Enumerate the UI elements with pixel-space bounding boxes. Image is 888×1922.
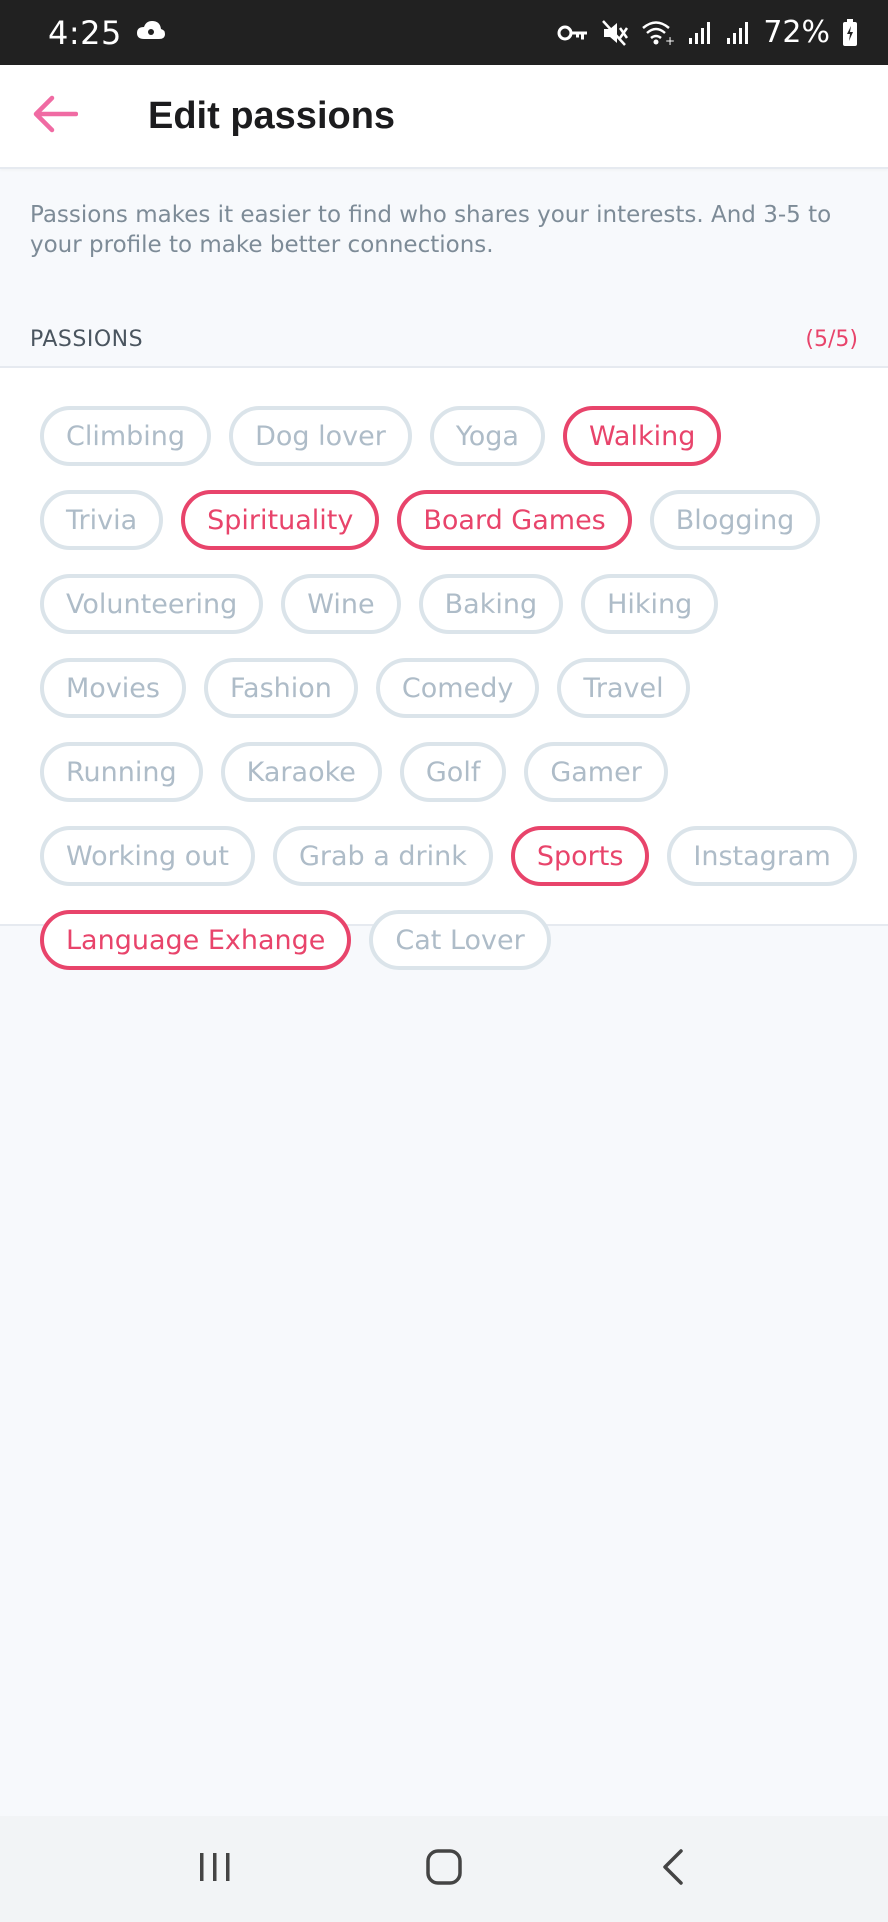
passion-chip[interactable]: Golf (399, 742, 507, 802)
passion-chip[interactable]: Hiking (581, 574, 719, 634)
passion-chip[interactable]: Movies (40, 658, 186, 718)
battery-percent: 72% (763, 15, 830, 50)
passion-chip[interactable]: Yoga (429, 406, 545, 466)
passion-chip[interactable]: Blogging (649, 490, 821, 550)
passion-chip[interactable]: Fashion (203, 658, 358, 718)
vpn-key-icon (557, 23, 589, 43)
signal-icon-1 (687, 20, 713, 46)
cloud-icon (136, 19, 166, 46)
section-label: PASSIONS (30, 326, 144, 352)
recent-apps-icon (197, 1851, 233, 1888)
recent-apps-button[interactable] (155, 1829, 275, 1909)
passion-chip[interactable]: Spirituality (181, 490, 380, 550)
passion-chip[interactable]: Comedy (375, 658, 540, 718)
passions-panel: Climbing Dog lover Yoga Walking Trivia Spirit… (0, 368, 888, 970)
passion-chip[interactable]: Walking (562, 406, 722, 466)
page-title: Edit passions (148, 94, 396, 137)
passion-chip[interactable]: Baking (418, 574, 564, 634)
passion-chip[interactable]: Cat Lover (369, 910, 551, 970)
status-bar: 4:25 + 72% (0, 0, 888, 65)
passion-chip[interactable]: Instagram (667, 826, 857, 886)
passion-chip[interactable]: Dog lover (229, 406, 412, 466)
passion-chip[interactable]: Working out (40, 826, 255, 886)
arrow-left-icon (32, 94, 79, 139)
passion-chip[interactable]: Grab a drink (272, 826, 493, 886)
signal-icon-2 (725, 20, 751, 46)
passion-chip[interactable]: Board Games (397, 490, 632, 550)
passions-section-header: PASSIONS (5/5) (0, 312, 888, 368)
app-bar: Edit passions (0, 65, 888, 169)
wifi-icon: + (641, 19, 675, 47)
passion-chip[interactable]: Sports (510, 826, 650, 886)
system-nav-bar (0, 1816, 888, 1922)
passion-chip[interactable]: Trivia (40, 490, 164, 550)
back-button[interactable] (0, 64, 110, 168)
svg-text:+: + (665, 34, 675, 47)
passion-chip[interactable]: Language Exhange (40, 910, 352, 970)
passion-chip-list: Climbing Dog lover Yoga Walking Trivia Spirit… (40, 406, 860, 970)
home-button[interactable] (384, 1829, 504, 1909)
passion-chip[interactable]: Volunteering (40, 574, 264, 634)
description-text: Passions makes it easier to find who sha… (30, 202, 832, 258)
selection-count: (5/5) (805, 326, 858, 352)
passion-chip[interactable]: Running (40, 742, 203, 802)
passion-chip[interactable]: Travel (557, 658, 690, 718)
nav-back-button[interactable] (613, 1829, 733, 1909)
battery-icon (842, 18, 858, 47)
mute-icon (601, 19, 629, 47)
home-icon (424, 1847, 464, 1892)
passion-chip[interactable]: Climbing (40, 406, 212, 466)
passion-chip[interactable]: Wine (281, 574, 401, 634)
passion-chip[interactable]: Karaoke (220, 742, 382, 802)
back-chevron-icon (659, 1847, 687, 1892)
status-time: 4:25 (48, 13, 122, 52)
passion-chip[interactable]: Gamer (524, 742, 668, 802)
